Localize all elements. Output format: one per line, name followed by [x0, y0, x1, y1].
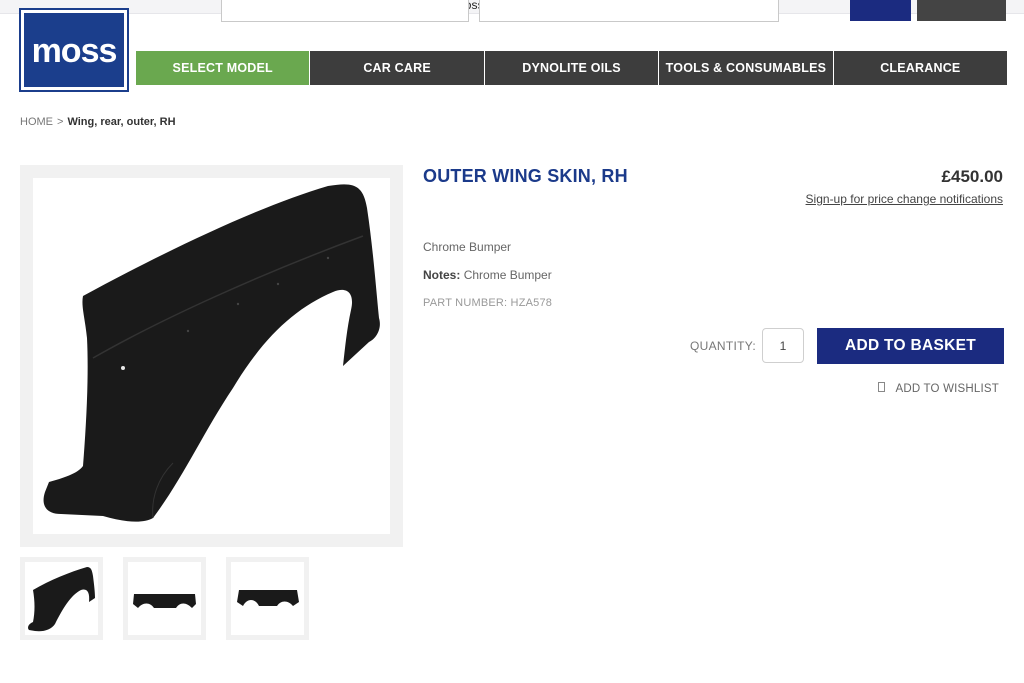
product-price: £450.00 — [941, 167, 1003, 186]
thumbnail-3[interactable] — [226, 557, 309, 640]
wishlist-label: ADD TO WISHLIST — [895, 383, 999, 395]
nav-item-clearance[interactable]: CLEARANCE — [833, 51, 1008, 85]
add-to-wishlist-link[interactable]: ADD TO WISHLIST — [878, 382, 999, 395]
notes-label: Notes: — [423, 268, 461, 282]
quantity-label: QUANTITY: — [690, 339, 757, 353]
breadcrumb-separator: > — [57, 116, 64, 128]
nav-item-tools-consumables[interactable]: TOOLS & CONSUMABLES — [659, 51, 834, 85]
part-number: PART NUMBER: HZA578 — [423, 297, 553, 309]
product-main-image[interactable] — [33, 178, 390, 534]
page: moss-europe.co.uk MOSS SELECT MODEL CAR … — [0, 0, 1024, 683]
thumbnail-2[interactable] — [123, 557, 206, 640]
nav-item-car-care[interactable]: CAR CARE — [310, 51, 485, 85]
nav-item-dynolite-oils[interactable]: DYNOLITE OILS — [484, 51, 660, 85]
quantity-input[interactable] — [762, 328, 804, 363]
product-image-frame — [20, 165, 403, 547]
breadcrumb-home[interactable]: HOME — [20, 116, 53, 128]
thumbnail-3-image — [237, 590, 299, 606]
product-title: OUTER WING SKIN, RH — [423, 166, 628, 186]
logo-text: MOSS — [31, 31, 118, 70]
header-secondary-input[interactable] — [479, 0, 779, 22]
add-to-basket-button[interactable]: ADD TO BASKET — [817, 328, 1004, 364]
thumbnail-1[interactable] — [20, 557, 103, 640]
thumbnail-1-image — [28, 567, 95, 632]
moss-logo[interactable]: MOSS — [19, 8, 129, 92]
wing-panel-image — [43, 184, 380, 522]
nav-item-select-model[interactable]: SELECT MODEL — [136, 51, 311, 85]
product-notes: Notes: Chrome Bumper — [423, 268, 552, 282]
wishlist-icon — [878, 382, 886, 392]
notes-value: Chrome Bumper — [463, 268, 552, 282]
header-basket-button[interactable] — [917, 0, 1006, 21]
main-nav: SELECT MODEL CAR CARE DYNOLITE OILS TOOL… — [136, 51, 1008, 85]
thumbnail-2-image — [133, 594, 196, 608]
header-search-input[interactable] — [221, 0, 469, 22]
header-account-button[interactable] — [850, 0, 911, 21]
breadcrumb: HOME > Wing, rear, outer, RH — [20, 116, 176, 128]
product-description: Chrome Bumper — [423, 240, 512, 254]
breadcrumb-current: Wing, rear, outer, RH — [67, 116, 176, 128]
price-notification-link[interactable]: Sign-up for price change notifications — [806, 192, 1003, 206]
